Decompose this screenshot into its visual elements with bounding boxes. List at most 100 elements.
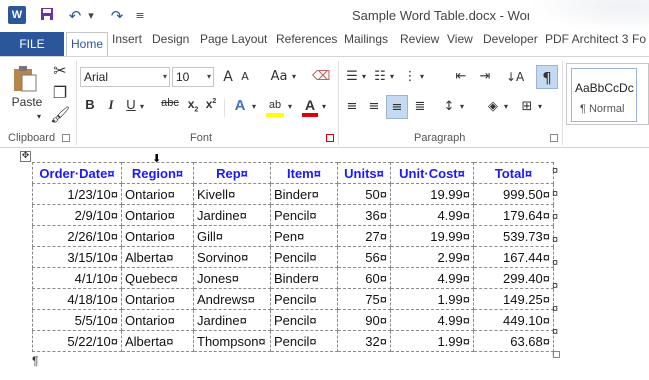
underline-dropdown-icon[interactable]: ▾: [138, 97, 146, 117]
bold-button[interactable]: B: [82, 97, 98, 117]
table-cell[interactable]: Ontario¤: [121, 225, 194, 247]
table-row[interactable]: 2/26/10¤ Ontario¤ Gill¤ Pen¤ 27¤ 19.99¤ …: [32, 225, 554, 247]
table-cell[interactable]: 999.50¤: [473, 183, 554, 205]
save-icon[interactable]: [38, 6, 56, 26]
word-app-icon[interactable]: W: [8, 6, 26, 24]
table-row[interactable]: 3/15/10¤ Alberta¤ Sorvino¤ Pencil¤ 56¤ 2…: [32, 246, 554, 268]
table-cell[interactable]: 539.73¤: [473, 225, 554, 247]
tab-page-layout[interactable]: Page Layout: [196, 32, 271, 56]
table-row[interactable]: 5/5/10¤ Ontario¤ Jardine¤ Pencil¤ 90¤ 4.…: [32, 309, 554, 331]
tab-format[interactable]: Fo: [628, 32, 649, 56]
table-resize-handle[interactable]: [553, 351, 560, 358]
align-right-icon[interactable]: ≡: [386, 95, 408, 119]
table-cell[interactable]: 299.40¤: [473, 267, 554, 289]
table-cell[interactable]: 167.44¤: [473, 246, 554, 268]
increase-indent-icon[interactable]: ⇥: [476, 67, 494, 87]
tab-home[interactable]: Home: [66, 32, 109, 57]
table-cell[interactable]: 2.99¤: [390, 246, 474, 268]
table-cell[interactable]: 60¤: [337, 267, 391, 289]
clear-formatting-icon[interactable]: ⌫: [312, 67, 330, 87]
table-cell[interactable]: Kivell¤: [193, 183, 271, 205]
tab-mailings[interactable]: Mailings: [340, 32, 392, 56]
underline-button[interactable]: U: [124, 97, 138, 117]
tab-insert[interactable]: Insert: [108, 32, 146, 56]
decrease-indent-icon[interactable]: ⇤: [452, 67, 470, 87]
shrink-font-button[interactable]: A: [238, 67, 252, 87]
change-case-button[interactable]: Aa: [268, 67, 290, 87]
justify-icon[interactable]: ≣: [412, 97, 428, 117]
font-size-combo[interactable]: 10 ▾: [172, 67, 214, 87]
subscript-button[interactable]: x2: [186, 97, 200, 117]
table-cell[interactable]: 90¤: [337, 309, 391, 331]
font-size-dropdown-icon[interactable]: ▾: [207, 68, 211, 86]
font-color-button[interactable]: A: [302, 97, 318, 117]
change-case-dropdown-icon[interactable]: ▾: [290, 67, 298, 87]
clipboard-launcher-icon[interactable]: [62, 134, 70, 142]
table-cell[interactable]: Thompson¤: [193, 330, 271, 352]
bullets-dropdown-icon[interactable]: ▾: [360, 67, 368, 87]
font-name-combo[interactable]: Arial ▾: [80, 67, 170, 87]
header-cell[interactable]: Region¤: [121, 162, 194, 184]
table-cell[interactable]: Binder¤: [270, 183, 338, 205]
shading-dropdown-icon[interactable]: ▾: [502, 97, 510, 117]
table-header-row[interactable]: Order·Date¤ Region¤ Rep¤ Item¤ Units¤ Un…: [32, 162, 554, 184]
align-left-icon[interactable]: ≡: [344, 97, 360, 117]
tab-references[interactable]: References: [272, 32, 341, 56]
table-cell[interactable]: Sorvino¤: [193, 246, 271, 268]
highlight-button[interactable]: ab: [266, 97, 284, 117]
table-cell[interactable]: Gill¤: [193, 225, 271, 247]
table-cell[interactable]: Ontario¤: [121, 309, 194, 331]
style-normal[interactable]: AaBbCcDc ¶ Normal: [571, 68, 637, 122]
tab-review[interactable]: Review: [396, 32, 443, 56]
table-row[interactable]: 1/23/10¤ Ontario¤ Kivell¤ Binder¤ 50¤ 19…: [32, 183, 554, 205]
table-cell[interactable]: 4.99¤: [390, 204, 474, 226]
table-cell[interactable]: 4/18/10¤: [32, 288, 122, 310]
styles-gallery[interactable]: AaBbCcDc ¶ Normal: [566, 63, 649, 125]
multilevel-list-dropdown-icon[interactable]: ▾: [418, 67, 426, 87]
tab-design[interactable]: Design: [148, 32, 193, 56]
table-cell[interactable]: Jardine¤: [193, 204, 271, 226]
undo-dropdown-icon[interactable]: ▾: [86, 6, 96, 26]
numbering-dropdown-icon[interactable]: ▾: [388, 67, 396, 87]
table-cell[interactable]: 179.64¤: [473, 204, 554, 226]
table-cell[interactable]: 27¤: [337, 225, 391, 247]
table-cell[interactable]: Pencil¤: [270, 246, 338, 268]
table-cell[interactable]: 4.99¤: [390, 267, 474, 289]
table-cell[interactable]: Ontario¤: [121, 204, 194, 226]
table-cell[interactable]: 4.99¤: [390, 309, 474, 331]
text-effects-button[interactable]: A: [232, 97, 248, 117]
table-cell[interactable]: 36¤: [337, 204, 391, 226]
table-cell[interactable]: 2/26/10¤: [32, 225, 122, 247]
highlight-dropdown-icon[interactable]: ▾: [286, 97, 294, 117]
table-cell[interactable]: Jones¤: [193, 267, 271, 289]
tab-file[interactable]: FILE: [0, 32, 64, 56]
undo-icon[interactable]: ↶: [66, 6, 84, 26]
table-cell[interactable]: Pencil¤: [270, 330, 338, 352]
table-cell[interactable]: Pencil¤: [270, 288, 338, 310]
table-row[interactable]: 2/9/10¤ Ontario¤ Jardine¤ Pencil¤ 36¤ 4.…: [32, 204, 554, 226]
line-spacing-icon[interactable]: ↕: [440, 97, 458, 117]
shading-icon[interactable]: ◈: [484, 97, 502, 117]
table-cell[interactable]: Pencil¤: [270, 204, 338, 226]
table-cell[interactable]: 63.68¤: [473, 330, 554, 352]
word-table[interactable]: Order·Date¤ Region¤ Rep¤ Item¤ Units¤ Un…: [32, 162, 554, 352]
table-cell[interactable]: Pencil¤: [270, 309, 338, 331]
align-center-icon[interactable]: ≡: [366, 97, 382, 117]
sort-icon[interactable]: ↓A: [506, 67, 524, 87]
table-cell[interactable]: 3/15/10¤: [32, 246, 122, 268]
customize-qat-icon[interactable]: ≡: [134, 6, 146, 26]
table-move-handle-icon[interactable]: ✥: [20, 151, 31, 162]
table-cell[interactable]: 56¤: [337, 246, 391, 268]
format-painter-icon[interactable]: 🖌: [50, 105, 70, 125]
header-cell[interactable]: Total¤: [473, 162, 554, 184]
show-hide-formatting-button[interactable]: ¶: [536, 65, 558, 89]
table-cell[interactable]: 2/9/10¤: [32, 204, 122, 226]
paste-icon[interactable]: [12, 65, 38, 93]
header-cell[interactable]: Units¤: [337, 162, 391, 184]
header-cell[interactable]: Unit·Cost¤: [390, 162, 474, 184]
tab-view[interactable]: View: [443, 32, 477, 56]
table-cell[interactable]: Andrews¤: [193, 288, 271, 310]
multilevel-list-icon[interactable]: ⋮: [402, 67, 418, 87]
line-spacing-dropdown-icon[interactable]: ▾: [458, 97, 466, 117]
redo-icon[interactable]: ↷: [108, 6, 126, 26]
